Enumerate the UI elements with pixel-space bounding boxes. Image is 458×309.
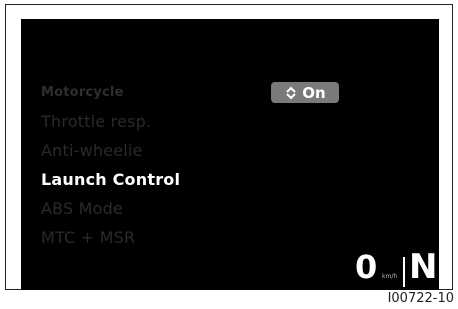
gear-indicator: N — [409, 247, 438, 287]
up-down-arrows-icon — [286, 86, 296, 99]
dashboard-display: Motorcycle Throttle resp. Anti-wheelie L… — [21, 19, 439, 290]
menu-item-anti-wheelie[interactable]: Anti-wheelie — [41, 141, 143, 160]
menu-header: Motorcycle — [41, 85, 124, 100]
value-text: On — [302, 83, 326, 102]
menu-item-throttle-resp[interactable]: Throttle resp. — [41, 112, 151, 131]
menu-item-mtc-msr[interactable]: MTC + MSR — [41, 228, 135, 247]
menu-item-launch-control[interactable]: Launch Control — [41, 170, 180, 189]
value-selector[interactable]: On — [271, 82, 339, 103]
gear-divider — [403, 257, 405, 287]
figure-ref-code: I00722-10 — [387, 291, 454, 306]
speed-readout: 0 — [355, 248, 378, 286]
menu-item-abs-mode[interactable]: ABS Mode — [41, 199, 123, 218]
speed-unit: km/h — [382, 273, 398, 280]
